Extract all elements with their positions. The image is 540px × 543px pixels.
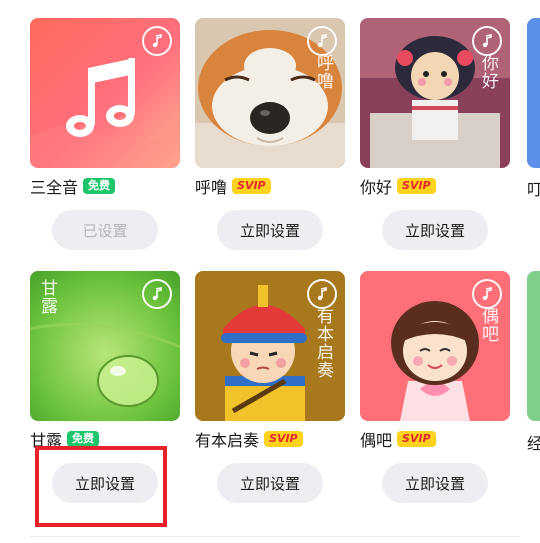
free-badge: 免费 bbox=[67, 431, 100, 447]
divider bbox=[30, 536, 520, 537]
ringtone-2-set-button[interactable]: 立即设置 bbox=[217, 210, 323, 250]
ringtone-title: 三全音 bbox=[30, 178, 79, 197]
cover-art-text: 有本启奏 bbox=[313, 307, 333, 379]
music-note-circle-icon bbox=[307, 26, 337, 56]
ringtone-cover-peek-2[interactable] bbox=[527, 271, 540, 421]
ringtone-title-row-1: 三全音 免费 bbox=[30, 175, 116, 197]
ringtone-cover-6[interactable]: 偶吧 bbox=[360, 271, 510, 421]
free-badge: 免费 bbox=[83, 178, 116, 194]
ringtone-title: 呼噜 bbox=[195, 178, 228, 197]
music-note-circle-icon bbox=[472, 26, 502, 56]
ringtone-5-set-button[interactable]: 立即设置 bbox=[217, 463, 323, 503]
ringtone-title: 你好 bbox=[360, 178, 393, 197]
ringtone-title: 偶吧 bbox=[360, 431, 393, 450]
highlight-box bbox=[35, 446, 167, 527]
svip-badge: SVIP bbox=[397, 431, 436, 447]
cover-art-text: 偶吧 bbox=[478, 307, 498, 343]
ringtone-title-peek-1: 叮 bbox=[527, 180, 540, 199]
ringtone-title-peek-2: 经 bbox=[527, 434, 540, 453]
ringtone-title-row-3: 你好 SVIP bbox=[360, 175, 436, 197]
ringtone-cover-peek-1[interactable] bbox=[527, 18, 540, 168]
music-note-circle-icon bbox=[307, 279, 337, 309]
svip-badge: SVIP bbox=[232, 178, 271, 194]
ringtone-title-row-2: 呼噜 SVIP bbox=[195, 175, 271, 197]
svip-badge: SVIP bbox=[397, 178, 436, 194]
svip-badge: SVIP bbox=[264, 431, 303, 447]
ringtone-title-row-6: 偶吧 SVIP bbox=[360, 428, 436, 450]
ringtone-6-set-button[interactable]: 立即设置 bbox=[382, 463, 488, 503]
ringtone-title: 有本启奏 bbox=[195, 431, 260, 450]
music-note-circle-icon bbox=[142, 26, 172, 56]
cover-art-text: 甘露 bbox=[37, 279, 57, 315]
music-note-circle-icon bbox=[472, 279, 502, 309]
ringtone-cover-3[interactable]: 你好 bbox=[360, 18, 510, 168]
ringtone-title-row-5: 有本启奏 SVIP bbox=[195, 428, 303, 450]
ringtone-cover-2[interactable]: 呼噜 bbox=[195, 18, 345, 168]
cover-art-text: 你好 bbox=[478, 54, 498, 90]
ringtone-3-set-button[interactable]: 立即设置 bbox=[382, 210, 488, 250]
ringtone-grid: 三全音 免费 已设置 呼噜 呼噜 SVIP 立即设置 你好 你好 SVIP 立即… bbox=[0, 0, 540, 543]
ringtone-1-set-button: 已设置 bbox=[52, 210, 158, 250]
music-note-circle-icon bbox=[142, 279, 172, 309]
cover-art-text: 呼噜 bbox=[313, 54, 333, 90]
ringtone-cover-4[interactable]: 甘露 bbox=[30, 271, 180, 421]
ringtone-cover-1[interactable] bbox=[30, 18, 180, 168]
ringtone-cover-5[interactable]: 有本启奏 bbox=[195, 271, 345, 421]
